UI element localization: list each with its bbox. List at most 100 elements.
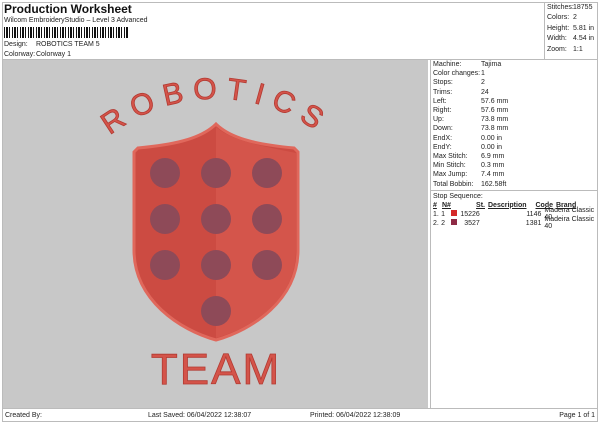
design-value: ROBOTICS TEAM 5 [36, 41, 100, 48]
team-text: TEAM [151, 345, 281, 394]
detail-row: Max Stitch: 6.9 mm [431, 152, 598, 161]
color-swatch [451, 210, 458, 217]
dot [201, 296, 231, 326]
detail-row: Left: 57.6 mm [431, 97, 598, 106]
detail-row: Up: 73.8 mm [431, 115, 598, 124]
detail-row: Color changes: 1 [431, 69, 598, 78]
detail-row: Machine: Tajima [431, 60, 598, 69]
detail-label: Max Stitch: [433, 152, 468, 160]
row-index: 2. [433, 219, 439, 227]
dot [201, 158, 231, 188]
detail-value: 73.8 mm [481, 116, 509, 124]
detail-value: 57.6 mm [481, 107, 509, 115]
detail-row: Down: 73.8 mm [431, 124, 598, 133]
details-panel: Machine: Tajima Color changes: 1 Stops: 2 Trim… [430, 60, 598, 408]
needle-number: 1 [441, 210, 446, 218]
thread-brand: Madeira Classic 40 [544, 216, 595, 231]
detail-label: Trims: [433, 88, 453, 96]
created-by: Created By: [5, 412, 42, 419]
stat-row: Stitches: 18755 [545, 2, 598, 13]
stat-label: Colors: [547, 14, 570, 22]
detail-value: Tajima [481, 61, 502, 69]
detail-label: EndY: [433, 143, 452, 151]
stat-value: 5.81 in [573, 24, 595, 32]
dot [201, 204, 231, 234]
design-preview: ROBOTICS TEAM [3, 60, 428, 408]
footer: Created By: Last Saved: 06/04/2022 12:38… [2, 408, 598, 422]
stat-value: 18755 [573, 3, 593, 11]
detail-row: Min Stitch: 0.3 mm [431, 161, 598, 170]
detail-row: Stops: 2 [431, 78, 598, 87]
detail-label: Total Bobbin: [433, 180, 474, 188]
detail-value: 7.4 mm [481, 171, 505, 179]
dot [252, 204, 282, 234]
stat-label: Width: [547, 35, 567, 43]
dot [252, 158, 282, 188]
stat-label: Height: [547, 24, 570, 32]
detail-label: Up: [433, 116, 444, 124]
page-number: Page 1 of 1 [559, 412, 595, 419]
stitch-count: 3527 [464, 219, 480, 227]
stitch-count: 15226 [460, 210, 480, 218]
dot [150, 158, 180, 188]
detail-label: Min Stitch: [433, 162, 466, 170]
embroidery-design: ROBOTICS TEAM [95, 72, 328, 395]
detail-value: 1 [481, 70, 485, 78]
detail-row: Max Jump: 7.4 mm [431, 170, 598, 179]
stat-label: Zoom: [547, 45, 567, 53]
colorway-value: Colorway 1 [36, 51, 72, 58]
col-header: St. [476, 201, 485, 209]
detail-row: Right: 57.6 mm [431, 106, 598, 115]
needle-number: 2 [441, 219, 446, 227]
detail-value: 73.8 mm [481, 125, 509, 133]
dot [150, 250, 180, 280]
col-header: N# [442, 201, 451, 209]
detail-label: Stops: [433, 79, 453, 87]
stat-row: Width: 4.54 in [545, 34, 598, 45]
stat-row: Height: 5.81 in [545, 23, 598, 34]
detail-value: 24 [481, 88, 489, 96]
detail-value: 0.00 in [481, 134, 503, 142]
page-title: Production Worksheet [4, 2, 132, 16]
sequence-row: 2. 2 3527 1381 Madeira Classic 40 [431, 216, 598, 231]
detail-value: 162.58ft [481, 180, 507, 188]
printed: Printed: 06/04/2022 12:38:09 [310, 412, 401, 419]
stop-sequence: Stop Sequence: # N# St. Description Code… [431, 189, 598, 231]
software-name: Wilcom EmbroideryStudio – Level 3 Advanc… [4, 17, 148, 24]
col-header: # [433, 201, 437, 209]
detail-label: Color changes: [433, 70, 481, 78]
stat-value: 1:1 [573, 45, 583, 53]
stat-label: Stitches: [547, 3, 574, 11]
detail-label: EndX: [433, 134, 453, 142]
detail-value: 0.3 mm [481, 162, 505, 170]
color-swatch [451, 219, 458, 226]
detail-label: Left: [433, 97, 447, 105]
detail-value: 2 [481, 79, 485, 87]
row-index: 1. [433, 210, 439, 218]
stat-row: Colors: 2 [545, 13, 598, 24]
stop-sequence-label: Stop Sequence: [433, 192, 483, 200]
barcode [4, 27, 128, 38]
detail-row: Trims: 24 [431, 88, 598, 97]
stat-row: Zoom: 1:1 [545, 44, 598, 55]
detail-row: EndX: 0.00 in [431, 134, 598, 143]
colorway-label: Colorway: [4, 51, 36, 58]
detail-value: 0.00 in [481, 143, 503, 151]
dot [201, 250, 231, 280]
design-label: Design: [4, 41, 28, 48]
thread-code: 1381 [525, 219, 542, 227]
detail-label: Machine: [433, 61, 462, 69]
last-saved: Last Saved: 06/04/2022 12:38:07 [148, 412, 252, 419]
dot [150, 204, 180, 234]
dot [252, 250, 282, 280]
thread-code: 1146 [526, 210, 542, 218]
detail-label: Right: [433, 107, 452, 115]
stat-value: 4.54 in [573, 35, 595, 43]
detail-value: 57.6 mm [481, 97, 509, 105]
detail-label: Max Jump: [433, 171, 468, 179]
col-header: Description [488, 201, 527, 209]
stats-box: Stitches: 18755 Colors: 2 Height: 5.81 in W… [544, 2, 598, 59]
detail-label: Down: [433, 125, 453, 133]
detail-row: EndY: 0.00 in [431, 143, 598, 152]
stat-value: 2 [573, 14, 577, 22]
